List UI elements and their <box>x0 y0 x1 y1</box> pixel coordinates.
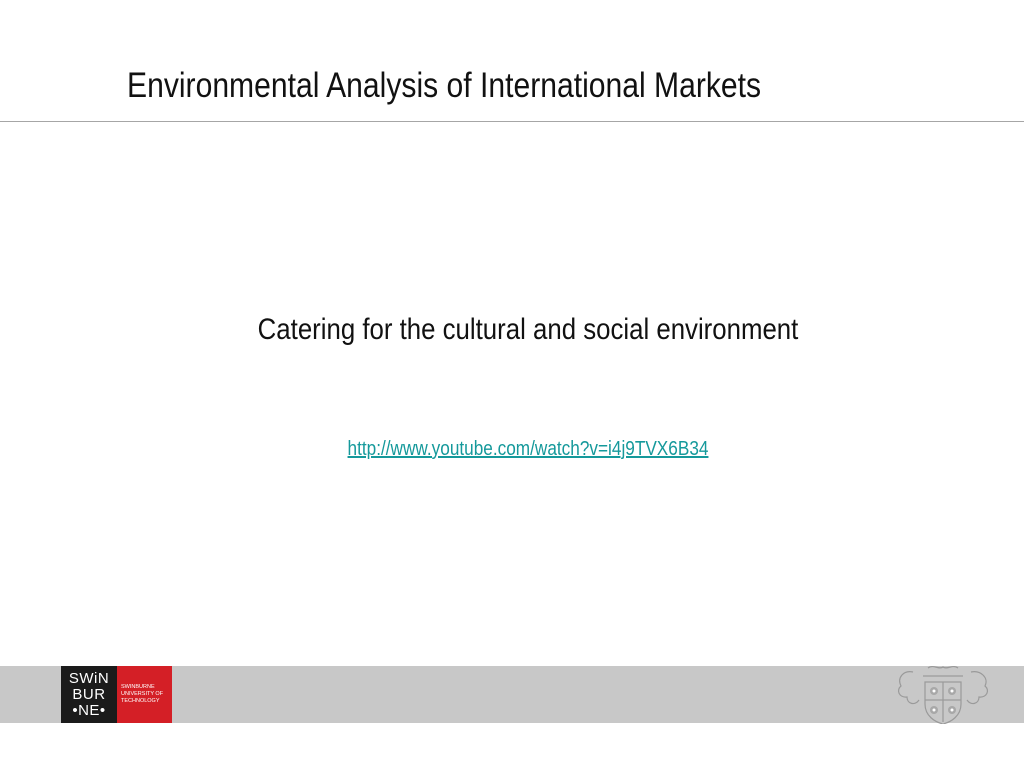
logo-line: SWiN <box>68 669 110 687</box>
logo-university-name: SWINBURNE UNIVERSITY OF TECHNOLOGY <box>117 666 172 723</box>
swinburne-logo: SWiN BUR •NE• SWINBURNE UNIVERSITY OF TE… <box>61 666 172 723</box>
logo-name-line: SWINBURNE <box>121 684 155 690</box>
logo-line: BUR <box>72 685 106 703</box>
logo-line: •NE• <box>72 701 106 719</box>
logo-name-line: TECHNOLOGY <box>121 698 160 704</box>
logo-wordmark: SWiN BUR •NE• <box>61 666 117 723</box>
logo-name-line: UNIVERSITY OF <box>121 691 164 697</box>
slide-subtitle: Catering for the cultural and social env… <box>257 313 799 346</box>
title-divider <box>0 121 1024 122</box>
slide: Environmental Analysis of International … <box>0 0 1024 768</box>
youtube-link[interactable]: http://www.youtube.com/watch?v=i4j9TVX6B… <box>74 438 982 461</box>
university-crest-icon <box>893 664 993 724</box>
slide-title: Environmental Analysis of International … <box>127 66 762 105</box>
